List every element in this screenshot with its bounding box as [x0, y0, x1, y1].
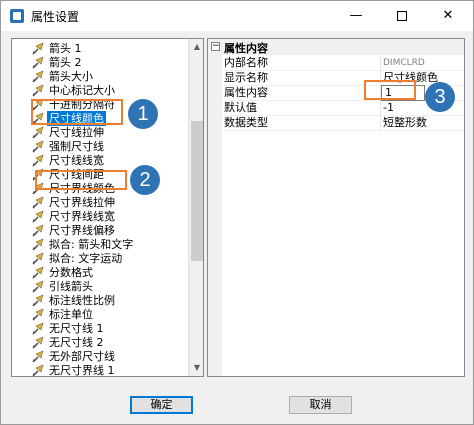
property-category-label: 属性内容 — [224, 42, 268, 55]
pen-icon — [32, 154, 45, 167]
tree-item-label: 尺寸界线偏移 — [49, 224, 115, 237]
property-settings-dialog: 属性设置 — ✕ ▲ ▼ 箭头 1 箭头 2 箭头大小 中心标记大小 十进制分隔符 尺寸线… — [0, 0, 474, 425]
property-category-header[interactable]: − 属性内容 — [208, 39, 464, 55]
tree-item-label: 尺寸界线拉伸 — [49, 196, 115, 209]
tree-item-label: 中心标记大小 — [49, 84, 115, 97]
ok-button[interactable]: 确定 — [130, 396, 193, 414]
tree-item-label: 标注单位 — [49, 308, 93, 321]
tree-item-label: 标注线性比例 — [49, 294, 115, 307]
tree-item-label: 尺寸界线线宽 — [49, 210, 115, 223]
pen-icon — [32, 140, 45, 153]
pen-icon — [32, 238, 45, 251]
pen-icon — [32, 322, 45, 335]
tree-item-label: 强制尺寸线 — [49, 140, 104, 153]
annotation-badge-3: 3 — [425, 82, 455, 112]
property-name: 内部名称 — [224, 56, 268, 69]
property-value: 短整形数 — [383, 116, 427, 129]
highlight-box-1 — [31, 99, 123, 125]
tree-item-label: 箭头 2 — [49, 56, 82, 69]
property-name: 显示名称 — [224, 71, 268, 84]
tree-item-label: 拟合: 箭头和文字 — [49, 238, 134, 251]
property-row[interactable]: 内部名称 DIMCLRD — [222, 56, 464, 71]
property-gutter — [208, 55, 222, 376]
pen-icon — [32, 70, 45, 83]
maximize-button[interactable] — [379, 1, 425, 31]
pen-icon — [32, 84, 45, 97]
tree-scrollbar[interactable]: ▲ ▼ — [188, 39, 203, 376]
tree-item-label: 引线箭头 — [49, 280, 93, 293]
pen-icon — [32, 210, 45, 223]
tree-item-label: 箭头大小 — [49, 70, 93, 83]
column-divider — [380, 116, 381, 131]
property-row[interactable]: 数据类型 短整形数 — [222, 116, 464, 131]
close-button[interactable]: ✕ — [425, 1, 471, 31]
property-tree[interactable]: ▲ ▼ 箭头 1 箭头 2 箭头大小 中心标记大小 十进制分隔符 尺寸线颜色 尺寸线拉伸 强制… — [11, 38, 204, 377]
maximize-icon — [397, 10, 407, 21]
app-icon — [10, 9, 24, 23]
column-divider — [380, 56, 381, 71]
scroll-thumb[interactable] — [191, 121, 203, 261]
tree-item-label: 拟合: 文字运动 — [49, 252, 123, 265]
property-value: -1 — [383, 101, 394, 114]
tree-item-label: 分数格式 — [49, 266, 93, 279]
pen-icon — [32, 294, 45, 307]
pen-icon — [32, 266, 45, 279]
property-row[interactable]: 显示名称 尺寸线颜色 — [222, 71, 464, 86]
tree-item-label: 无尺寸界线 1 — [49, 364, 115, 377]
title-bar: 属性设置 — ✕ — [1, 1, 473, 31]
column-divider — [380, 101, 381, 116]
pen-icon — [32, 280, 45, 293]
pen-icon — [32, 56, 45, 69]
property-name: 默认值 — [224, 101, 257, 114]
cancel-button[interactable]: 取消 — [289, 396, 352, 414]
tree-item-label: 尺寸线拉伸 — [49, 126, 104, 139]
annotation-badge-1: 1 — [128, 99, 158, 129]
collapse-icon[interactable]: − — [211, 42, 220, 51]
pen-icon — [32, 308, 45, 321]
minimize-button[interactable]: — — [333, 1, 379, 31]
window-title: 属性设置 — [31, 10, 80, 24]
pen-icon — [32, 252, 45, 265]
property-value: DIMCLRD — [383, 58, 425, 68]
tree-item-label: 无尺寸线 2 — [49, 336, 104, 349]
pen-icon — [32, 42, 45, 55]
tree-item-label: 无尺寸线 1 — [49, 322, 104, 335]
pen-icon — [32, 224, 45, 237]
tree-item-label: 尺寸线线宽 — [49, 154, 104, 167]
pen-icon — [32, 196, 45, 209]
pen-icon — [32, 364, 45, 376]
pen-icon — [32, 126, 45, 139]
property-name: 数据类型 — [224, 116, 268, 129]
property-name: 属性内容 — [224, 86, 268, 99]
pen-icon — [32, 336, 45, 349]
annotation-badge-2: 2 — [130, 165, 160, 195]
scroll-up-icon[interactable]: ▲ — [189, 39, 203, 55]
scroll-down-icon[interactable]: ▼ — [189, 360, 203, 376]
tree-item-label: 无外部尺寸线 — [49, 350, 115, 363]
highlight-box-3 — [364, 80, 416, 100]
tree-item-label: 箭头 1 — [49, 42, 82, 55]
pen-icon — [32, 350, 45, 363]
highlight-box-2 — [35, 170, 127, 190]
